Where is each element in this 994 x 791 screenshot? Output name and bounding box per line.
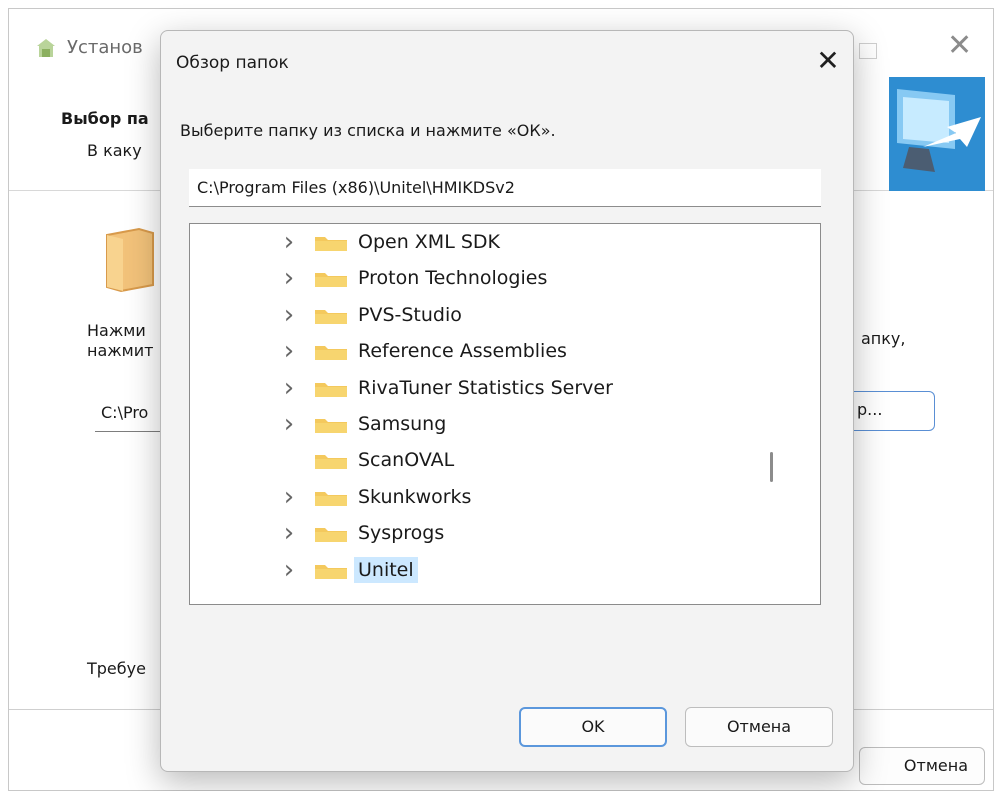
tree-item[interactable]: › Samsung (190, 408, 754, 440)
folder-icon (315, 564, 347, 579)
tree-item-label: Proton Technologies (358, 267, 548, 290)
tree-item[interactable]: › Open XML SDK (190, 226, 754, 258)
tree-item-label: Reference Assemblies (358, 340, 567, 363)
tree-item-label: PVS-Studio (358, 303, 462, 326)
folder-icon (315, 528, 347, 543)
folder-tree[interactable]: › Open XML SDK › Proton Technologies › PVS-St… (189, 223, 821, 605)
installer-browse-button[interactable]: р... (849, 391, 935, 431)
tree-item-label: Open XML SDK (358, 231, 500, 253)
tree-item-label: Sysprogs (358, 522, 445, 545)
chevron-right-icon[interactable]: › (280, 301, 298, 329)
installer-logo-icon (889, 77, 985, 191)
installer-instruction-line1: Нажми (87, 321, 146, 340)
folder-icon (315, 309, 347, 324)
folder-icon (315, 419, 347, 433)
tree-item[interactable]: › RivaTuner Statistics Server (190, 372, 754, 404)
tree-item[interactable]: › Sysprogs (190, 517, 754, 549)
chevron-right-icon[interactable]: › (280, 228, 298, 256)
installer-instruction: Нажми нажмит (87, 321, 153, 361)
tree-item[interactable]: › Skunkworks (190, 481, 754, 513)
tree-item-label: ScanOVAL (358, 449, 455, 472)
dialog-title: Обзор папок (176, 53, 289, 73)
folder-icon (315, 273, 347, 288)
folder-icon (315, 382, 347, 397)
tree-item-label: Unitel (354, 556, 418, 583)
installer-app-icon (37, 39, 55, 57)
chevron-right-icon[interactable]: › (280, 337, 298, 365)
tree-item-label: RivaTuner Statistics Server (358, 376, 613, 399)
tree-item[interactable]: ScanOVAL (190, 444, 754, 476)
tree-item[interactable]: › Unitel (190, 554, 754, 586)
installer-heading: Выбор па (61, 109, 149, 128)
cancel-button[interactable]: Отмена (685, 707, 833, 747)
folder-icon (315, 491, 347, 506)
folder-icon (315, 346, 347, 361)
close-icon[interactable]: ✕ (811, 45, 845, 79)
dialog-instruction: Выберите папку из списка и нажмите «ОК». (180, 121, 556, 140)
chevron-right-icon[interactable]: › (280, 483, 298, 511)
tree-item[interactable]: › Proton Technologies (190, 262, 754, 294)
chevron-right-icon[interactable]: › (280, 374, 298, 402)
installer-instruction-line2: нажмит (87, 341, 154, 360)
folder-icon (315, 237, 347, 251)
chevron-right-icon[interactable]: › (280, 264, 298, 292)
chevron-right-icon[interactable]: › (280, 519, 298, 547)
installer-cancel-button[interactable]: Отмена (859, 747, 985, 785)
tree-item[interactable]: › PVS-Studio (190, 299, 754, 331)
tree-item-label: Skunkworks (358, 485, 472, 508)
folder-icon (315, 455, 347, 470)
browse-folder-dialog: Обзор папок ✕ Выберите папку из списка и… (160, 30, 854, 772)
installer-instruction-right: апку, (861, 329, 906, 348)
installer-maximize-button[interactable] (859, 43, 877, 59)
chevron-right-icon[interactable]: › (280, 556, 298, 584)
destination-folder-icon (106, 227, 154, 293)
tree-item-label: Samsung (358, 413, 447, 435)
installer-title: Установ (67, 37, 143, 58)
tree-scrollbar-thumb[interactable] (770, 452, 773, 482)
ok-button[interactable]: OK (519, 707, 667, 747)
chevron-right-icon[interactable]: › (280, 410, 298, 438)
installer-subheading: В каку (87, 141, 142, 160)
installer-required-space: Требуе (87, 659, 146, 678)
selected-path-field[interactable]: C:\Program Files (x86)\Unitel\HMIKDSv2 (189, 169, 821, 207)
installer-close-button[interactable]: ✕ (947, 31, 972, 61)
tree-item[interactable]: › Reference Assemblies (190, 335, 754, 367)
